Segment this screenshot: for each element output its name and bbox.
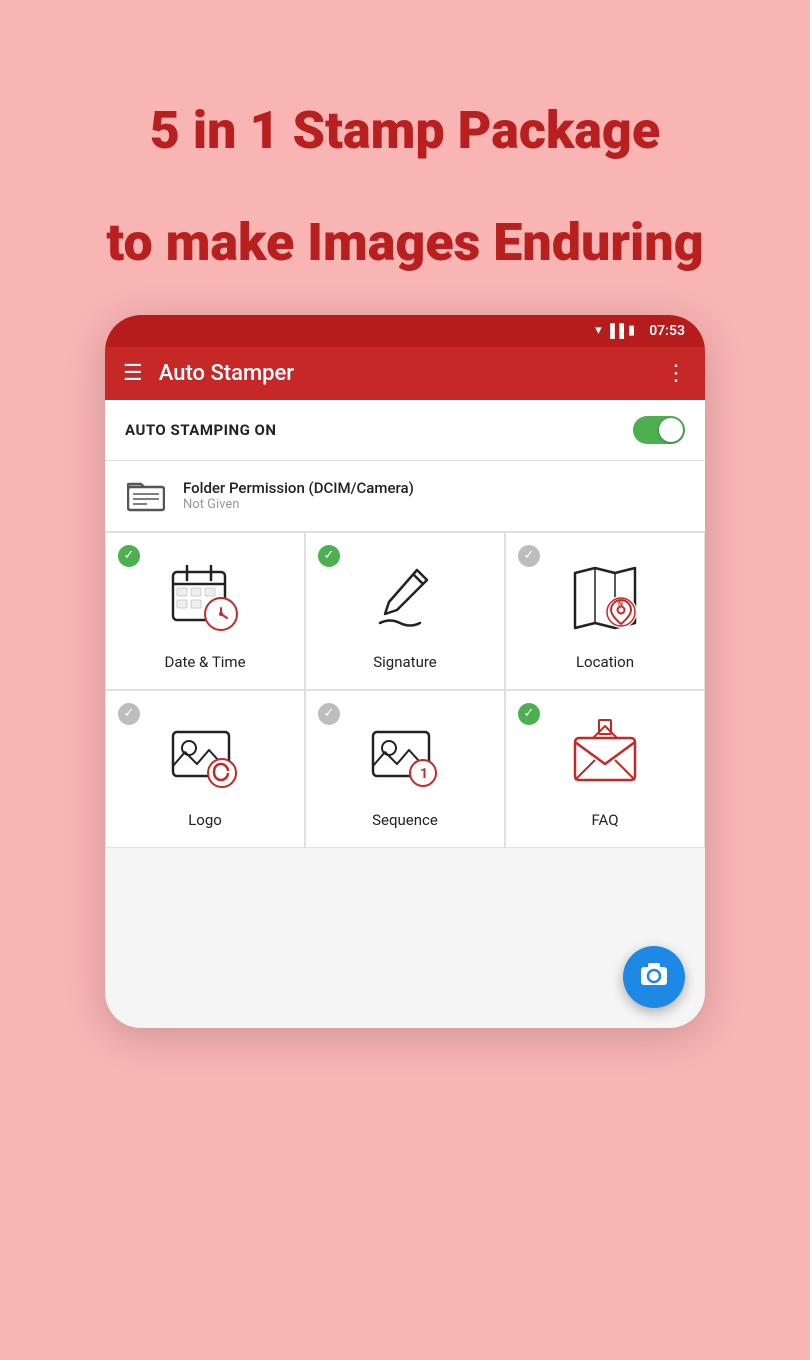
stamp-cell-faq[interactable]: ✓ FAQ [505,690,705,848]
location-icon: N [560,553,650,643]
toggle-knob [659,418,683,442]
faq-check: ✓ [518,703,540,725]
folder-text: Folder Permission (DCIM/Camera) Not Give… [183,479,414,512]
wifi-icon: ▾ [595,323,602,338]
phone-mockup: ▾ ▐▐ ▮ 07:53 ☰ Auto Stamper ⋮ AUTO STAMP… [105,315,705,1028]
datetime-check: ✓ [118,545,140,567]
stamp-cell-datetime[interactable]: ✓ Date & [105,532,305,690]
faq-icon [560,711,650,801]
signature-icon [360,553,450,643]
sequence-check: ✓ [318,703,340,725]
faq-label: FAQ [591,811,618,829]
battery-icon: ▮ [628,323,635,338]
auto-stamp-label: AUTO STAMPING ON [125,421,276,439]
location-check: ✓ [518,545,540,567]
more-options-icon[interactable]: ⋮ [665,361,687,386]
signature-label: Signature [373,653,437,671]
sequence-icon: 1 [360,711,450,801]
stamp-cell-sequence[interactable]: ✓ 1 Sequence [305,690,505,848]
folder-permission-title: Folder Permission (DCIM/Camera) [183,479,414,497]
logo-label: Logo [188,811,222,829]
folder-icon [125,475,167,517]
stamp-grid: ✓ Date & [105,532,705,848]
stamp-cell-signature[interactable]: ✓ Signature [305,532,505,690]
logo-check: ✓ [118,703,140,725]
folder-permission-row[interactable]: Folder Permission (DCIM/Camera) Not Give… [105,461,705,532]
signature-check: ✓ [318,545,340,567]
bottom-area [105,848,705,1028]
svg-text:N: N [618,600,623,608]
sequence-label: Sequence [372,811,438,829]
datetime-icon [160,553,250,643]
status-time: 07:53 [649,323,685,339]
status-icons: ▾ ▐▐ ▮ [595,323,635,339]
status-bar: ▾ ▐▐ ▮ 07:53 [105,315,705,347]
stamp-cell-location[interactable]: ✓ N Location [505,532,705,690]
logo-icon [160,711,250,801]
app-toolbar: ☰ Auto Stamper ⋮ [105,347,705,400]
camera-fab-icon [639,960,669,993]
location-label: Location [576,653,634,671]
hero-section: 5 in 1 Stamp Package to make Images Endu… [26,50,783,275]
toolbar-title: Auto Stamper [159,361,665,386]
svg-text:1: 1 [420,766,428,782]
datetime-label: Date & Time [164,653,245,671]
signal-icon: ▐▐ [606,323,624,339]
folder-permission-subtitle: Not Given [183,497,414,512]
camera-fab[interactable] [623,946,685,1008]
hero-title-line1: 5 in 1 Stamp Package [66,100,743,162]
menu-icon[interactable]: ☰ [123,361,143,386]
stamp-cell-logo[interactable]: ✓ Logo [105,690,305,848]
hero-title-line2: to make Images Enduring [66,212,743,274]
auto-stamp-toggle[interactable] [633,416,685,444]
auto-stamp-row: AUTO STAMPING ON [105,400,705,461]
